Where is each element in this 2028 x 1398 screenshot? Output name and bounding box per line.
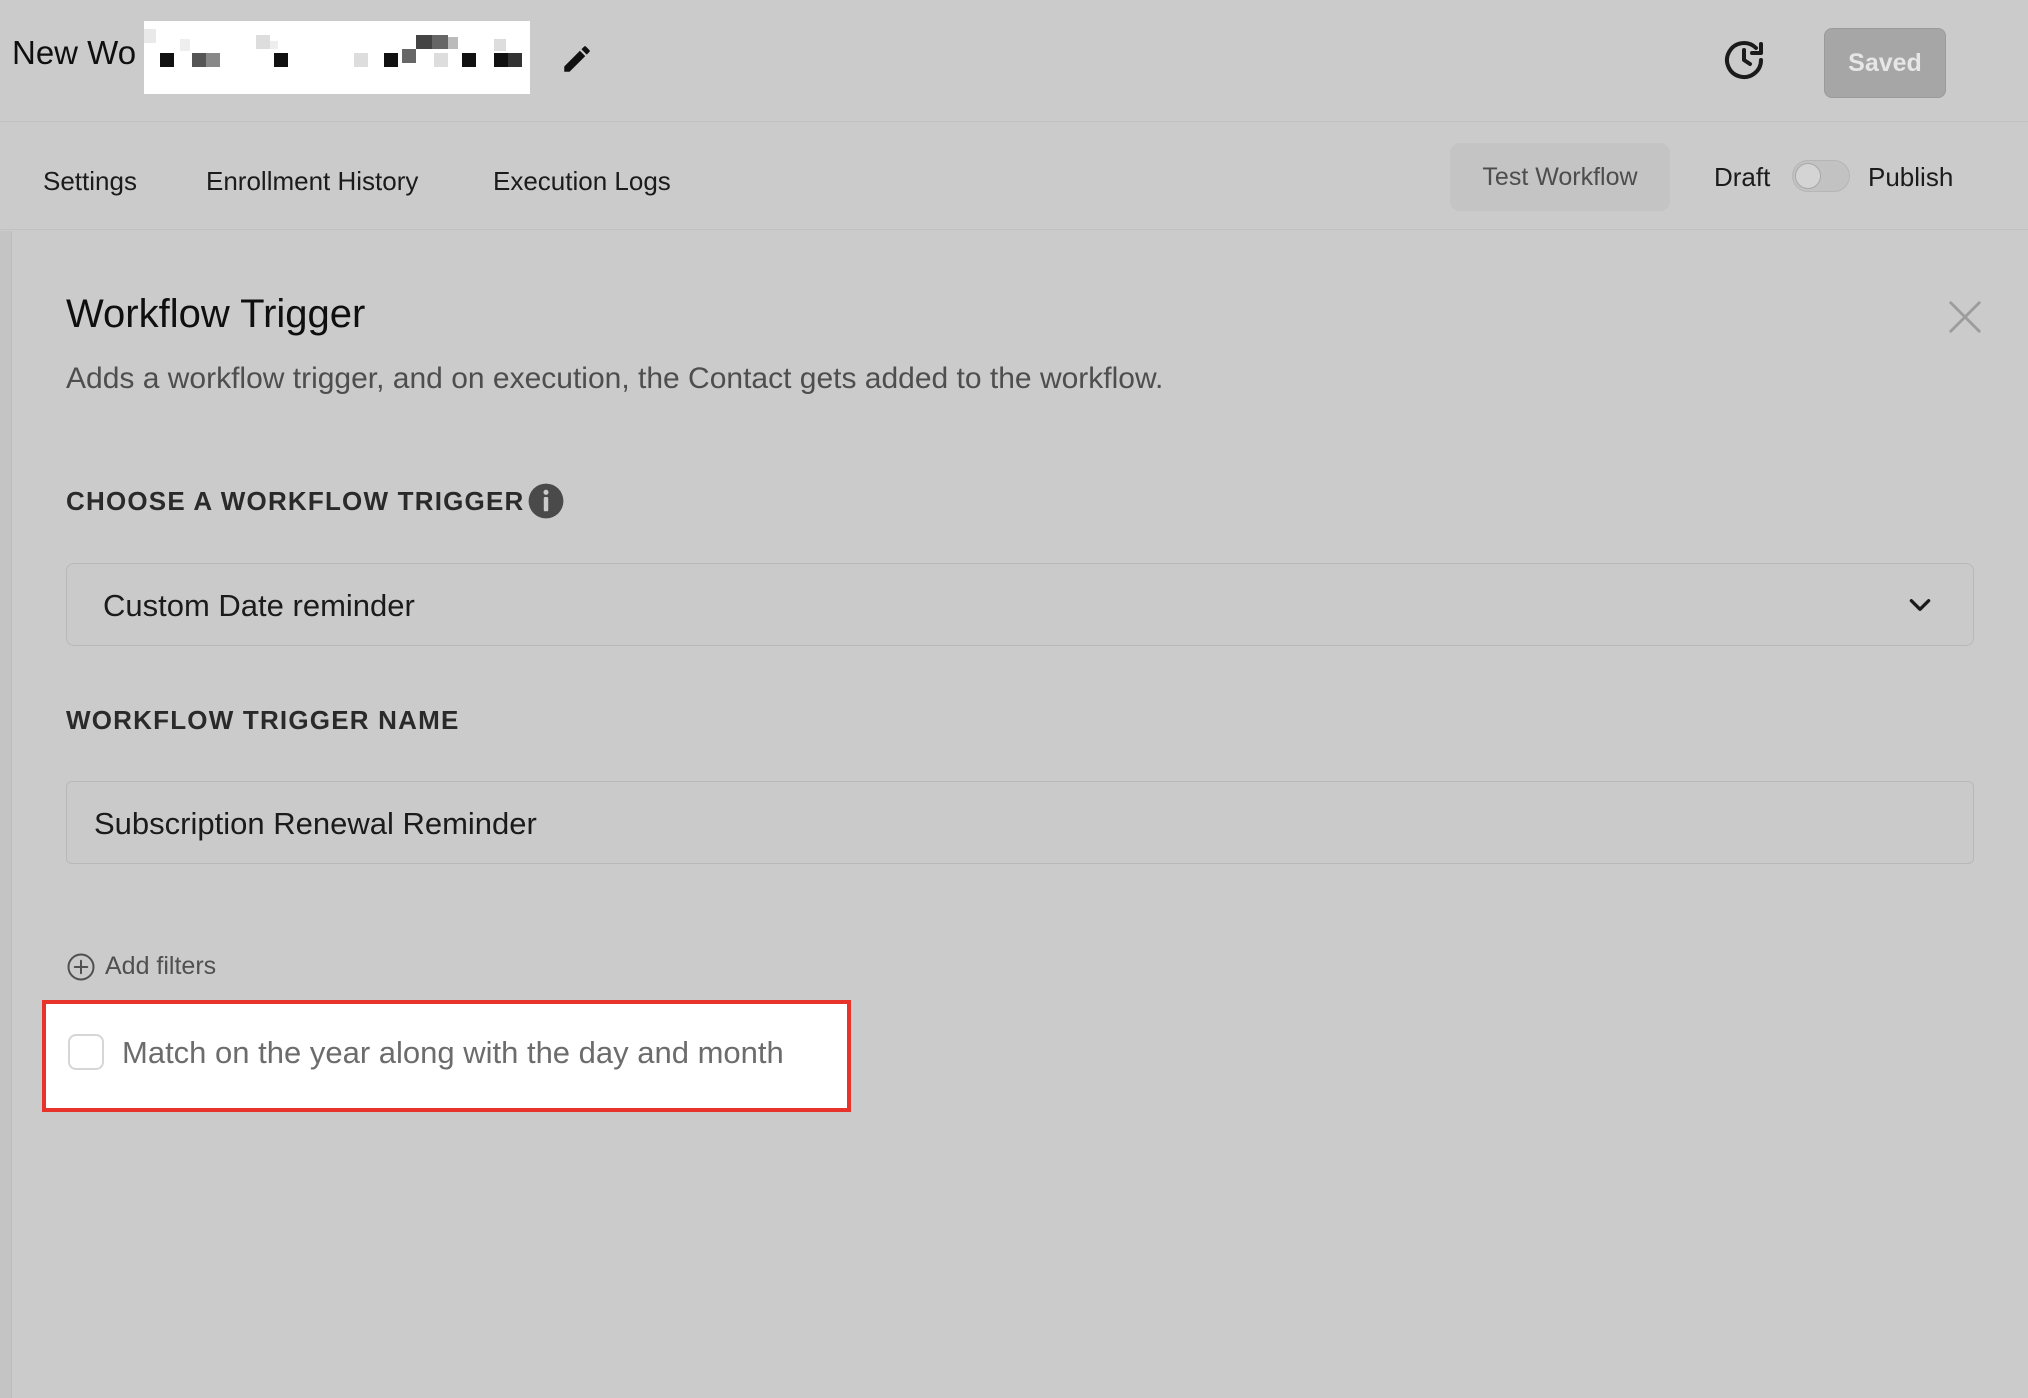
close-icon[interactable] [1946, 298, 1984, 336]
trigger-section-label: CHOOSE A WORKFLOW TRIGGER [66, 486, 525, 516]
publish-label: Publish [1868, 162, 1954, 192]
app-header: New Wo Saved [0, 0, 2028, 122]
panel-title: Workflow Trigger [66, 292, 366, 336]
match-year-checkbox[interactable] [68, 1034, 104, 1070]
saved-button[interactable]: Saved [1824, 28, 1946, 98]
draft-label: Draft [1714, 162, 1771, 192]
pencil-icon[interactable] [560, 42, 594, 76]
publish-toggle[interactable] [1792, 160, 1850, 192]
match-year-label[interactable]: Match on the year along with the day and… [122, 1035, 784, 1071]
chevron-down-icon [1909, 599, 1931, 611]
add-filters-label: Add filters [105, 952, 217, 980]
trigger-name-value: Subscription Renewal Reminder [94, 806, 537, 841]
trigger-select-value: Custom Date reminder [103, 588, 415, 623]
plus-circle-icon [67, 953, 95, 981]
trigger-name-section-label: WORKFLOW TRIGGER NAME [66, 705, 460, 735]
panel-description: Adds a workflow trigger, and on executio… [66, 362, 1164, 395]
match-year-highlight: Match on the year along with the day and… [42, 1000, 851, 1112]
trigger-select[interactable]: Custom Date reminder [66, 563, 1974, 646]
clock-history-icon[interactable] [1720, 36, 1768, 84]
tab-settings[interactable]: Settings [43, 166, 137, 197]
info-icon[interactable] [527, 482, 565, 520]
toggle-knob [1795, 163, 1821, 189]
test-workflow-button[interactable]: Test Workflow [1450, 143, 1670, 211]
left-edge-strip [0, 231, 12, 1398]
redacted-title-block [144, 21, 530, 94]
tab-execution-logs[interactable]: Execution Logs [493, 166, 671, 197]
workflow-title[interactable]: New Wo [12, 34, 136, 72]
workflow-tabs: Settings Enrollment History Execution Lo… [0, 123, 2028, 230]
tab-enrollment-history[interactable]: Enrollment History [206, 166, 418, 197]
trigger-name-input[interactable]: Subscription Renewal Reminder [66, 781, 1974, 864]
